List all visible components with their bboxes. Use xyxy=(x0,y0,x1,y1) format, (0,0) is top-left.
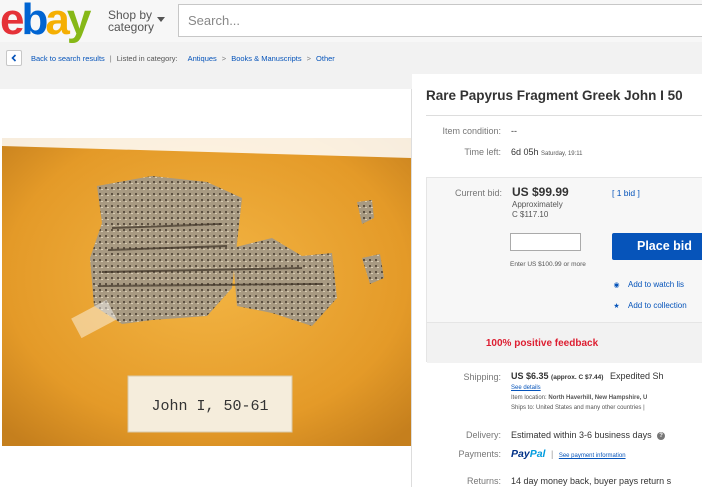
returns-label: Returns: xyxy=(466,476,501,486)
paypal-logo-part-1: Pay xyxy=(511,448,530,460)
ebay-logo[interactable]: ebay xyxy=(0,0,92,44)
delivery-label: Delivery: xyxy=(465,430,501,440)
payments-label: Payments: xyxy=(458,449,501,459)
listed-in-label: Listed in category: xyxy=(116,53,178,63)
add-to-watchlist-link[interactable]: ◉ Add to watch lis xyxy=(612,280,684,289)
header: ebay Shop by category Search... xyxy=(0,0,702,44)
logo-letter-a: a xyxy=(45,0,70,44)
breadcrumb-item-other[interactable]: Other xyxy=(316,54,335,63)
approx-label: Approximately xyxy=(512,200,563,209)
item-condition-label: Item condition: xyxy=(442,126,501,136)
item-title: Rare Papyrus Fragment Greek John I 50 xyxy=(426,88,683,103)
shipping-value: US $6.35 (approx. C $7.44) Expedited Sh xyxy=(511,371,664,381)
help-icon[interactable]: ? xyxy=(657,431,666,440)
breadcrumb: Back to search results | Listed in categ… xyxy=(6,50,335,66)
breadcrumb-separator: > xyxy=(221,53,227,63)
chevron-down-icon xyxy=(157,17,165,22)
shipping-label: Shipping: xyxy=(463,372,501,382)
ships-to: Ships to: United States and many other c… xyxy=(511,405,645,411)
fragment-label-text: John I, 50-61 xyxy=(151,398,268,415)
back-button[interactable] xyxy=(6,50,22,66)
time-left-value: 6d 05h Saturday, 19:11 xyxy=(511,147,583,157)
approx-value: C $117.10 xyxy=(512,210,549,219)
bid-hint: Enter US $100.99 or more xyxy=(510,261,586,268)
item-details: Rare Papyrus Fragment Greek John I 50 It… xyxy=(412,74,702,487)
logo-letter-b: b xyxy=(21,0,48,44)
shop-by-category-button[interactable]: Shop by category xyxy=(108,9,166,33)
place-bid-button[interactable]: Place bid xyxy=(612,233,702,260)
item-condition-value: -- xyxy=(511,126,517,136)
divider: | xyxy=(109,53,112,63)
current-bid-label: Current bid: xyxy=(454,188,502,198)
time-left-duration: 6d 05h xyxy=(511,147,539,157)
chevron-left-icon xyxy=(11,54,17,62)
bid-count-link[interactable]: [ 1 bid ] xyxy=(612,188,640,198)
item-photo[interactable]: John I, 50-61 xyxy=(2,138,411,446)
ships-to-value: United States and many other countries | xyxy=(536,405,645,411)
returns-value: 14 day money back, buyer pays return s xyxy=(511,476,672,486)
search-input[interactable]: Search... xyxy=(178,4,702,37)
ebay-listing-page: ebay Shop by category Search... Back to … xyxy=(0,0,702,487)
paypal-logo: PayPal xyxy=(511,448,545,460)
payment-info-link[interactable]: See payment information xyxy=(559,453,626,459)
see-details-link[interactable]: See details xyxy=(511,385,541,391)
paypal-logo-part-2: Pal xyxy=(529,448,546,460)
ships-to-label: Ships to: xyxy=(511,405,535,411)
back-to-search-link[interactable]: Back to search results xyxy=(31,54,105,63)
breadcrumb-item-antiques[interactable]: Antiques xyxy=(188,54,217,63)
item-image-panel: John I, 50-61 xyxy=(0,89,412,487)
shipping-method: Expedited Sh xyxy=(609,371,664,381)
add-to-watchlist-label: Add to watch lis xyxy=(628,280,685,289)
seller-feedback: 100% positive feedback xyxy=(427,322,702,363)
shop-by-category-label: Shop by category xyxy=(108,8,155,34)
time-left-end: Saturday, 19:11 xyxy=(541,151,583,157)
current-bid-value: US $99.99 xyxy=(512,185,569,199)
item-location-value: North Haverhill, New Hampshire, U xyxy=(548,395,648,401)
shipping-approx: (approx. C $7.44) xyxy=(551,374,604,381)
divider xyxy=(426,115,702,116)
item-location-label: Item location: xyxy=(511,395,547,401)
time-left-label: Time left: xyxy=(464,147,501,157)
logo-letter-y: y xyxy=(66,0,92,44)
delivery-estimate: Estimated within 3-6 business days xyxy=(511,430,652,440)
breadcrumb-separator: > xyxy=(306,53,312,63)
star-icon: ★ xyxy=(613,302,620,310)
add-to-collection-link[interactable]: ★ Add to collection xyxy=(612,301,687,310)
bid-box: Current bid: US $99.99 Approximately C $… xyxy=(426,177,702,363)
eye-icon: ◉ xyxy=(613,281,620,289)
bid-amount-input[interactable] xyxy=(510,233,581,251)
delivery-value: Estimated within 3-6 business days ? xyxy=(511,430,666,440)
payments-value: PayPal | See payment information xyxy=(511,448,626,460)
item-location: Item location: North Haverhill, New Hamp… xyxy=(511,395,647,401)
divider: | xyxy=(550,449,554,459)
shipping-cost: US $6.35 xyxy=(511,371,549,381)
search-placeholder: Search... xyxy=(188,13,241,28)
logo-letter-e: e xyxy=(0,0,25,44)
breadcrumb-item-books-manuscripts[interactable]: Books & Manuscripts xyxy=(231,54,301,63)
add-to-collection-label: Add to collection xyxy=(628,301,687,310)
